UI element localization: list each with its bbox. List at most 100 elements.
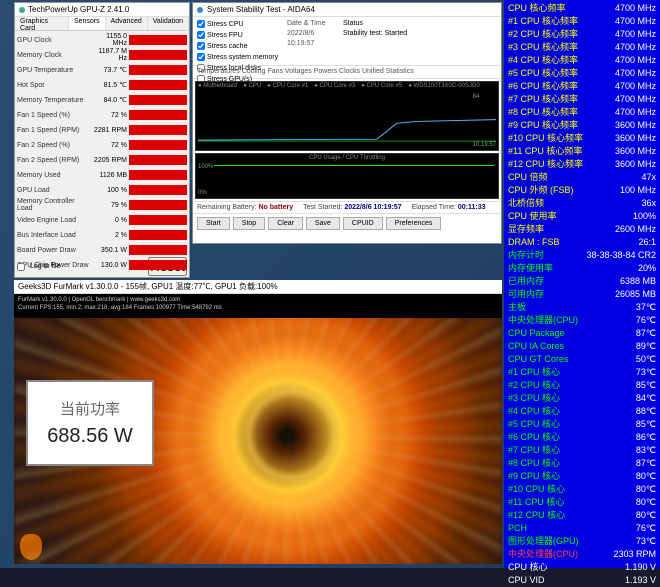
stat-key: #5 CPU 核心 [508,418,560,431]
stat-row: CPU IA Cores89℃ [508,340,656,353]
sensor-label: Fan 1 Speed (%) [17,112,91,119]
gpuz-tabs: Graphics Card Sensors Advanced Validatio… [15,17,189,31]
tab-validation[interactable]: Validation [148,17,189,30]
battery-label: Remaining Battery: [197,204,257,211]
stress-check[interactable]: Stress system memory [197,52,281,63]
stat-val: 100% [633,210,656,223]
stress-checkbox[interactable] [197,20,205,28]
gpuz-titlebar[interactable]: TechPowerUp GPU-Z 2.41.0 [15,3,189,17]
gpuz-window: TechPowerUp GPU-Z 2.41.0 Graphics Card S… [14,2,190,278]
sensor-bar [129,50,187,60]
stat-val: 4700 MHz [615,67,656,80]
power-label: 当前功率 [60,398,120,419]
cpu-usage-line [214,165,494,166]
stress-check[interactable]: Stress FPU [197,30,281,41]
stat-val: 85℃ [636,379,656,392]
stat-val: 38-38-38-84 CR2 [586,249,656,262]
stat-val: 4700 MHz [615,2,656,15]
stat-key: #3 CPU 核心 [508,392,560,405]
stat-row: CPU Package87℃ [508,327,656,340]
stop-button[interactable]: Stop [233,217,265,230]
stat-key: #1 CPU 核心 [508,366,560,379]
clear-button[interactable]: Clear [268,217,303,230]
stat-row: #12 CPU 核心80℃ [508,509,656,522]
stat-val: 76℃ [636,522,656,535]
stress-check[interactable]: Stress CPU [197,19,281,30]
stat-val: 76℃ [636,314,656,327]
legend-item: ● CPU Core #3 [314,83,355,89]
gpuz-app-icon [19,7,25,13]
sensor-label: Memory Clock [17,52,91,59]
stat-key: 北桥倍频 [508,197,544,210]
tab-sensors[interactable]: Sensors [69,17,106,30]
aida-titlebar[interactable]: System Stability Test - AIDA64 [193,3,501,17]
chart-scale: 84 [473,94,496,100]
stat-row: #8 CPU 核心87℃ [508,457,656,470]
stat-row: #8 CPU 核心频率4700 MHz [508,106,656,119]
cpu-usage-chart: CPU Usage / CPU Throttling 100% 0% [195,153,499,199]
info-value: Stability test: Started [343,29,407,49]
furmark-info-line: Current FPS:155, min:2, max:218, avg:184… [18,304,498,312]
furmark-titlebar[interactable]: Geeks3D FurMark v1.30.0.0 - 155帧, GPU1 温… [14,280,502,294]
furmark-info-line: FurMark v1.30.0.0 | OpenGL benchmark | w… [18,296,498,304]
stat-val: 80℃ [636,509,656,522]
log-to-file-checkbox[interactable] [17,263,25,271]
tab-advanced[interactable]: Advanced [106,17,148,30]
stat-row: 中央处理器(CPU)76℃ [508,314,656,327]
stat-val: 47x [641,171,656,184]
stat-row: #5 CPU 核心85℃ [508,418,656,431]
stress-check[interactable]: Stress cache [197,41,281,52]
sensor-bar [129,230,187,240]
stat-key: CPU 核心频率 [508,2,566,15]
stat-row: #10 CPU 核心80℃ [508,483,656,496]
sensor-value: 100 % [91,187,129,194]
sensor-label: Fan 1 Speed (RPM) [17,127,91,134]
stat-row: CPU 核心频率 4700 MHz [508,2,656,15]
cpuid-button[interactable]: CPUID [343,217,383,230]
stat-key: 可用内存 [508,288,544,301]
sensor-row: Memory Temperature84.0 ℃ [17,93,187,107]
sensor-value: 72 % [91,112,129,119]
legend-item: ● CPU Core #5 [361,83,402,89]
stat-val: 26:1 [638,236,656,249]
preferences-button[interactable]: Preferences [386,217,442,230]
sensor-bar [129,245,187,255]
temperature-chart: ● Motherboard● CPU● CPU Core #1● CPU Cor… [195,81,499,151]
stat-row: 中央处理器(CPU)2303 RPM [508,548,656,561]
stat-row: #7 CPU 核心频率4700 MHz [508,93,656,106]
stat-row: 内存计时38-38-38-84 CR2 [508,249,656,262]
stat-val: 36x [641,197,656,210]
started-value: 2022/8/6 10:19:57 [344,204,401,211]
start-button[interactable]: Start [197,217,230,230]
sensor-row: Fan 2 Speed (RPM)2205 RPM [17,153,187,167]
stat-key: CPU 外频 (FSB) [508,184,574,197]
stat-row: #7 CPU 核心83℃ [508,444,656,457]
sensor-value: 79 % [91,202,129,209]
stat-val: 73℃ [636,366,656,379]
sensor-bar [129,155,187,165]
stat-val: 3600 MHz [615,132,656,145]
gpuz-title: TechPowerUp GPU-Z 2.41.0 [28,5,129,14]
stress-checkbox[interactable] [197,53,205,61]
tab-graphics-card[interactable]: Graphics Card [15,17,69,30]
sensor-value: 72 % [91,142,129,149]
stress-checkbox[interactable] [197,42,205,50]
sensor-label: GPU Load [17,187,91,194]
stat-key: #2 CPU 核心 [508,379,560,392]
stat-row: #3 CPU 核心频率4700 MHz [508,41,656,54]
save-button[interactable]: Save [306,217,340,230]
stat-key: #2 CPU 核心频率 [508,28,578,41]
stat-val: 4700 MHz [615,15,656,28]
sensor-bar [129,200,187,210]
sensor-bar [129,35,187,45]
stress-checkbox[interactable] [197,31,205,39]
stat-key: #7 CPU 核心频率 [508,93,578,106]
power-value: 688.56 W [47,425,133,448]
stat-key: 已用内存 [508,275,544,288]
sensor-row: GPU Load100 % [17,183,187,197]
stat-row: CPU 外频 (FSB)100 MHz [508,184,656,197]
sensor-row: Memory Used1126 MB [17,168,187,182]
legend-item: ● CPU [243,83,261,89]
battery-value: No battery [258,204,293,211]
stat-val: 89℃ [636,340,656,353]
